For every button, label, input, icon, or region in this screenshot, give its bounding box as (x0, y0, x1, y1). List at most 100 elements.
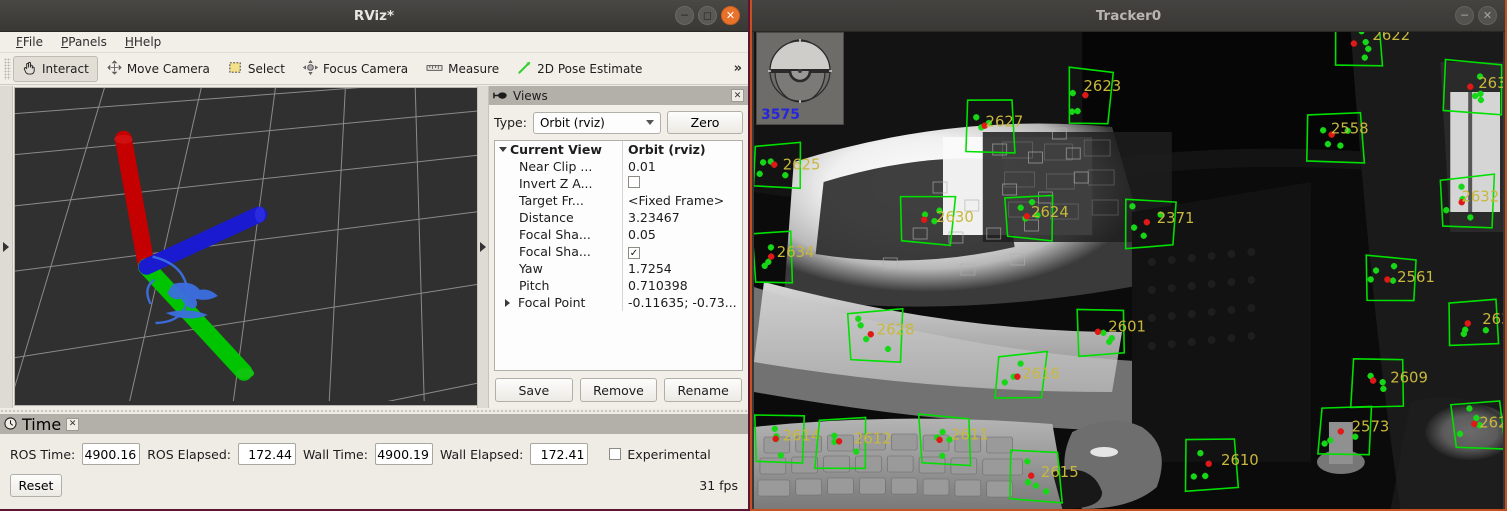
chevron-right-icon[interactable] (505, 299, 510, 307)
property-row[interactable]: Pitch 0.710398 (495, 277, 742, 294)
track-centroid (1467, 84, 1473, 90)
tracker-id-label: 2611 (951, 425, 989, 443)
menu-help-label: Help (134, 35, 161, 49)
camera-feed[interactable]: 2622263126232558262726252632263026242371… (754, 32, 1503, 509)
tracker-id-label: 2631 (1478, 74, 1503, 92)
feature-point (1373, 267, 1379, 273)
tool-select[interactable]: Select (219, 56, 294, 82)
chevron-down-icon[interactable] (499, 147, 507, 152)
experimental-label: Experimental (627, 447, 710, 462)
feature-point (1024, 458, 1030, 464)
view-type-select[interactable]: Orbit (rviz) (533, 112, 661, 134)
tracker-id-label: 2609 (1390, 368, 1428, 386)
property-row[interactable]: Invert Z A... (495, 175, 742, 192)
chevron-right-icon (480, 242, 486, 252)
feature-point (1467, 214, 1473, 220)
property-row[interactable]: Yaw 1.7254 (495, 260, 742, 277)
tool-2d-pose-estimate[interactable]: 2D Pose Estimate (508, 56, 651, 82)
view-properties-tree[interactable]: Current View Orbit (rviz) Near Clip ... … (494, 140, 743, 371)
feature-point (760, 159, 766, 165)
property-row[interactable]: Current View Orbit (rviz) (495, 141, 742, 158)
track-centroid (868, 331, 874, 337)
tracker-id-label: 2622 (1372, 32, 1410, 44)
property-name: Near Clip ... (519, 159, 592, 174)
time-panel-title: Time (22, 415, 61, 434)
feature-point (768, 244, 774, 250)
feature-point (939, 453, 945, 459)
close-icon[interactable]: ✕ (731, 89, 744, 102)
time-panel-header: Time ✕ (0, 414, 748, 434)
property-row[interactable]: Distance 3.23467 (495, 209, 742, 226)
property-value: 3.23467 (623, 210, 680, 225)
rviz-window: RViz* ─ ◻ ✕ FFile PPanels HHelp Interact (0, 0, 750, 511)
ros-elapsed-field[interactable]: 172.44 (238, 443, 296, 465)
feature-point (1466, 405, 1472, 411)
tracker-id-label: 2612 (854, 429, 892, 447)
time-panel: Time ✕ ROS Time: 4900.16 ROS Elapsed: 17… (0, 408, 748, 509)
property-name: Target Fr... (519, 193, 584, 208)
minimize-icon[interactable]: ─ (1455, 6, 1474, 25)
property-value (623, 176, 640, 191)
maximize-icon[interactable]: ◻ (698, 6, 717, 25)
feature-point (1141, 233, 1147, 239)
property-row[interactable]: Focal Point -0.11635; -0.73... (495, 294, 742, 311)
views-panel-title: Views (513, 89, 726, 103)
wall-time-field[interactable]: 4900.19 (375, 443, 433, 465)
property-row[interactable]: Focal Sha... 0.05 (495, 226, 742, 243)
save-button[interactable]: Save (495, 378, 573, 402)
tool-focus-camera-label: Focus Camera (323, 62, 408, 76)
menu-item-panels[interactable]: PPanels (53, 33, 115, 51)
views-panel-header: Views ✕ (489, 86, 748, 105)
feature-point (855, 316, 861, 322)
views-panel-icon (493, 86, 508, 105)
property-row[interactable]: Target Fr... <Fixed Frame> (495, 192, 742, 209)
feature-point (831, 433, 837, 439)
feature-point (772, 426, 778, 432)
focal-shape-fixed-checkbox[interactable]: ✓ (628, 247, 640, 259)
tracker-window-controls: ─ ✕ (1455, 6, 1497, 25)
toolbar-overflow-button[interactable]: » (734, 61, 742, 76)
track-centroid (1471, 421, 1477, 427)
left-panel-expander[interactable] (0, 86, 13, 408)
grid-floor (15, 88, 487, 401)
feature-point (973, 114, 979, 120)
wall-elapsed-label: Wall Elapsed: (440, 447, 523, 462)
reset-button[interactable]: Reset (10, 474, 62, 497)
experimental-checkbox[interactable] (609, 448, 621, 460)
ros-time-field[interactable]: 4900.16 (82, 443, 140, 465)
remove-button[interactable]: Remove (580, 378, 658, 402)
feature-point (1478, 97, 1484, 103)
tool-focus-camera[interactable]: Focus Camera (294, 56, 417, 82)
property-name: Current View (510, 142, 602, 157)
rename-button[interactable]: Rename (664, 378, 742, 402)
track-centroid (921, 217, 927, 223)
tracker-id-label: 2561 (1397, 268, 1435, 286)
tool-move-camera[interactable]: Move Camera (98, 56, 219, 82)
property-row[interactable]: Focal Sha... ✓ (495, 243, 742, 260)
property-row[interactable]: Near Clip ... 0.01 (495, 158, 742, 175)
menu-item-help[interactable]: HHelp (117, 33, 169, 51)
views-action-buttons: Save Remove Rename (489, 371, 748, 408)
render-view-3d[interactable] (14, 87, 488, 406)
wall-time-label: Wall Time: (303, 447, 368, 462)
experimental-toggle[interactable]: Experimental (609, 447, 710, 462)
minimize-icon[interactable]: ─ (675, 6, 694, 25)
right-panel-expander[interactable] (477, 86, 488, 408)
tracker-titlebar: Tracker0 ─ ✕ (752, 0, 1505, 32)
tracker-id-label: 2371 (1157, 209, 1195, 227)
toolbar-drag-handle[interactable] (4, 58, 11, 80)
track-centroid (1144, 219, 1150, 225)
invert-z-checkbox[interactable] (628, 176, 640, 188)
close-icon[interactable]: ✕ (66, 418, 79, 431)
menu-item-file[interactable]: FFile (8, 33, 51, 51)
close-icon[interactable]: ✕ (721, 6, 740, 25)
track-centroid (1338, 428, 1344, 434)
zero-button[interactable]: Zero (667, 111, 743, 134)
wall-elapsed-field[interactable]: 172.41 (530, 443, 588, 465)
tool-interact[interactable]: Interact (13, 56, 98, 82)
tracker-window-title: Tracker0 (752, 0, 1505, 32)
tool-measure[interactable]: Measure (417, 56, 508, 82)
close-icon[interactable]: ✕ (1478, 6, 1497, 25)
feature-point (1100, 330, 1106, 336)
move-camera-icon (107, 60, 122, 78)
